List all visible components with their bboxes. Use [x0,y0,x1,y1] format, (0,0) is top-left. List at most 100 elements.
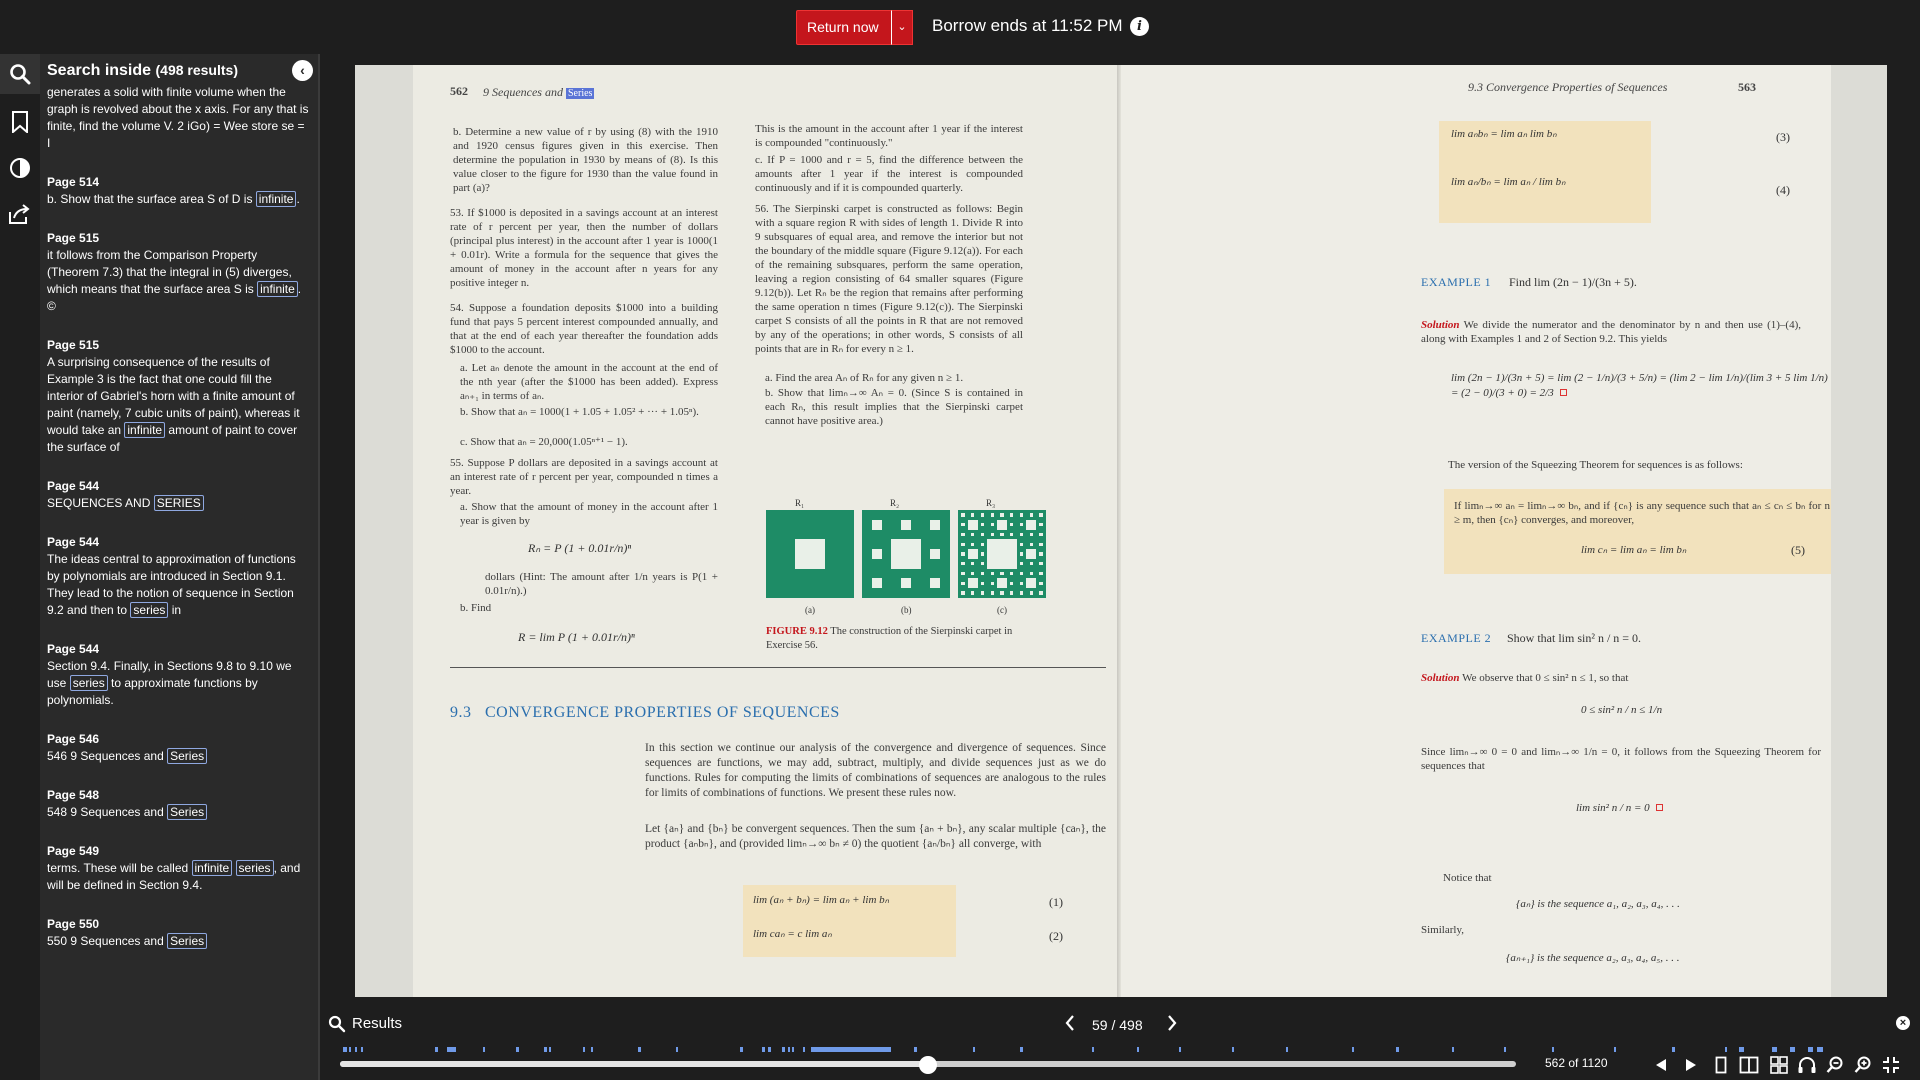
search-hit-marker[interactable] [1136,1047,1139,1052]
search-hit-marker[interactable] [1551,1047,1554,1052]
close-results-button[interactable]: × [1896,1016,1910,1030]
search-result-item[interactable]: Page 544 Section 9.4. Finally, in Section… [47,641,309,709]
result-snippet: SEQUENCES AND SERIES [47,495,309,512]
search-result-item[interactable]: Page 549 terms. These will be called infi… [47,843,309,894]
search-term-highlight: infinite [124,422,166,438]
search-hit-marker[interactable] [1351,1047,1354,1052]
search-hit-marker[interactable] [344,1047,347,1052]
left-page[interactable]: 562 9 Sequences and Series b. Determine … [413,65,1181,997]
solution-2-label: Solution [1421,672,1460,684]
search-hit-marker[interactable] [590,1047,593,1052]
search-hit-marker[interactable] [675,1047,678,1052]
search-hit-marker[interactable] [1396,1047,1399,1052]
search-hit-marker[interactable] [768,1047,772,1052]
search-hit-marker[interactable] [435,1047,438,1052]
read-aloud-button[interactable] [1796,1055,1818,1075]
fullscreen-exit-icon [1883,1057,1899,1073]
collapse-panel-button[interactable]: ‹ [292,60,313,81]
results-toggle[interactable]: Results [352,1015,402,1032]
search-hit-marker[interactable] [583,1047,586,1052]
search-term-highlight: infinite [255,191,297,207]
right-page[interactable]: 9.3 Convergence Properties of Sequences … [1121,65,1831,997]
zoom-in-button[interactable] [1852,1055,1874,1075]
search-hit-marker[interactable] [1232,1047,1235,1052]
figure-label-r1: R₁ [795,498,805,508]
search-hit-marker[interactable] [548,1047,552,1052]
result-page-label: Page 544 [47,642,100,656]
search-hit-marker[interactable] [1020,1047,1023,1052]
search-hit-marker[interactable] [1724,1047,1727,1052]
solution-1-equation-text: lim (2n − 1)/(3n + 5) = lim (2 − 1/n)/(3… [1451,372,1828,399]
search-hit-marker[interactable] [1739,1047,1744,1052]
search-hit-marker[interactable] [1817,1047,1824,1052]
single-page-view-button[interactable] [1710,1055,1732,1075]
info-icon[interactable]: i [1130,17,1149,36]
solution-1-equation: lim (2n − 1)/(3n + 5) = lim (2 − 1/n)/(3… [1451,371,1831,401]
search-hit-marker[interactable] [1772,1047,1777,1052]
page-slider[interactable] [340,1056,1516,1074]
contrast-rail-button[interactable] [0,148,40,188]
search-hit-marker[interactable] [1178,1047,1181,1052]
search-hit-marker[interactable] [1451,1047,1454,1052]
search-result-item[interactable]: Page 515 it follows from the Comparison P… [47,230,309,315]
zoom-out-button[interactable] [1824,1055,1846,1075]
search-term-highlight: series [69,675,108,691]
search-hit-marker[interactable] [1672,1047,1675,1052]
search-hit-marker[interactable] [811,1047,891,1052]
prev-result-button[interactable] [1064,1014,1076,1037]
search-hit-marker[interactable] [354,1047,358,1052]
search-hit-marker[interactable] [1808,1047,1813,1052]
search-hit-marker[interactable] [348,1047,352,1052]
fullscreen-exit-button[interactable] [1880,1055,1902,1075]
two-page-view-button[interactable] [1738,1055,1760,1075]
search-rail-button[interactable] [0,54,40,94]
return-options-dropdown[interactable]: ⌄ [891,10,913,45]
next-result-button[interactable] [1166,1014,1178,1037]
search-hit-marker[interactable] [792,1047,795,1052]
search-hit-marker[interactable] [516,1047,520,1052]
search-result-item[interactable]: Page 550 550 9 Sequences and Series [47,916,309,950]
search-hit-marker[interactable] [824,1047,828,1052]
result-snippet: The ideas central to approximation of fu… [47,551,309,619]
bookmarks-rail-button[interactable] [0,102,40,142]
search-hit-marker[interactable] [544,1047,548,1052]
search-result-item[interactable]: Page 514 b. Show that the surface area S … [47,174,309,208]
thumbnail-view-button[interactable] [1768,1055,1790,1075]
search-hit-marker[interactable] [802,1047,806,1052]
next-page-button[interactable] [1680,1055,1702,1075]
panel-divider[interactable] [318,54,320,1080]
exercise-54c: c. Show that aₙ = 20,000(1.05ⁿ⁺¹ − 1). [460,436,628,448]
search-result-item[interactable]: Page 546 546 9 Sequences and Series [47,731,309,765]
prev-page-icon [1656,1059,1666,1071]
exercise-55a: a. Show that the amount of money in the … [460,501,718,527]
search-hit-marker[interactable] [1790,1047,1795,1052]
search-hit-marker[interactable] [781,1047,785,1052]
search-hit-marker[interactable] [1285,1047,1289,1052]
search-hit-marker[interactable] [762,1047,766,1052]
search-result-item[interactable]: generates a solid with finite volume whe… [47,84,309,152]
share-rail-button[interactable] [0,194,40,234]
search-result-item[interactable]: Page 548 548 9 Sequences and Series [47,787,309,821]
search-hit-marker[interactable] [914,1047,917,1052]
solution-2-text: We observe that 0 ≤ sin² n ≤ 1, so that [1462,672,1629,684]
search-hit-marker[interactable] [1614,1047,1617,1052]
search-hit-marker[interactable] [451,1047,455,1052]
search-hit-marker[interactable] [1503,1047,1506,1052]
search-result-item[interactable]: Page 544 The ideas central to approximati… [47,534,309,619]
search-hit-marker[interactable] [483,1047,486,1052]
search-hit-marker[interactable] [360,1047,364,1052]
search-hit-marker[interactable] [972,1047,975,1052]
search-term-highlight: series [235,860,274,876]
search-hit-marker[interactable] [787,1047,790,1052]
search-result-item[interactable]: Page 515 A surprising consequence of the … [47,337,309,456]
search-hit-marker[interactable] [739,1047,743,1052]
search-hit-marker[interactable] [638,1047,641,1052]
prev-page-button[interactable] [1650,1055,1672,1075]
search-hit-marker[interactable] [1091,1047,1095,1052]
example-1-text: Find lim (2n − 1)/(3n + 5). [1509,275,1637,289]
single-page-icon [1715,1056,1727,1074]
page-slider-thumb[interactable] [919,1056,937,1074]
search-hit-markers[interactable] [340,1047,1832,1052]
search-result-item[interactable]: Page 544 SEQUENCES AND SERIES [47,478,309,512]
result-snippet: b. Show that the surface area S of D is … [47,191,309,208]
